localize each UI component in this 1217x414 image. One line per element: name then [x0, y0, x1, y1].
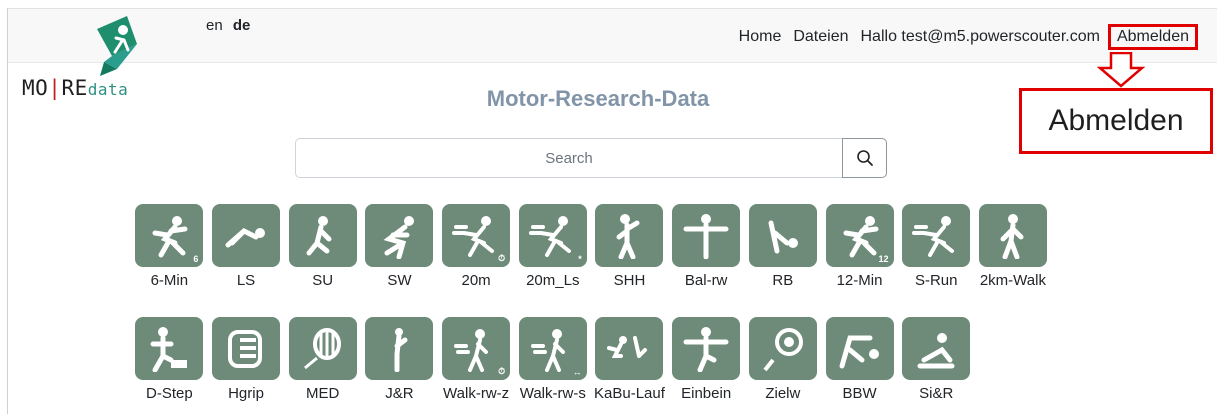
test-tile-label: 12-Min: [836, 272, 883, 289]
logout-link[interactable]: Abmelden: [1107, 24, 1198, 50]
test-tile-label: SHH: [613, 272, 646, 289]
search-button[interactable]: [842, 138, 887, 178]
test-pictogram-icon: ⏱: [442, 317, 511, 380]
tile-badge: ⏱: [498, 253, 506, 263]
test-tile[interactable]: 2km-Walk: [975, 204, 1052, 289]
test-pictogram-icon: ↔: [518, 317, 587, 380]
test-tile[interactable]: S-Run: [898, 204, 975, 289]
lang-de-link[interactable]: de: [233, 17, 251, 34]
logout-zoom-callout: Abmelden: [1019, 88, 1213, 154]
tile-badge: ↔: [572, 367, 582, 377]
test-pictogram-icon: [825, 317, 894, 380]
test-pictogram-icon: [672, 317, 741, 380]
logo-emblem-icon: [97, 16, 137, 76]
test-tile[interactable]: 12 12-Min: [821, 204, 898, 289]
tile-badge: 12: [878, 254, 889, 264]
test-pictogram-icon: [748, 317, 817, 380]
top-nav: Home Dateien Hallo test@m5.powerscouter.…: [727, 24, 1198, 50]
test-pictogram-icon: [595, 204, 664, 267]
test-tile-label: Si&R: [919, 385, 954, 402]
test-pictogram-icon: [288, 204, 357, 267]
test-pictogram-icon: [978, 204, 1047, 267]
test-tile-label: SW: [387, 272, 412, 289]
test-tile-label: Hgrip: [228, 385, 264, 402]
test-pictogram-icon: [212, 317, 281, 380]
test-tile[interactable]: ⏱ Walk-rw-z: [438, 317, 515, 402]
test-tile-label: Bal-rw: [684, 272, 728, 289]
test-pictogram-icon: [288, 317, 357, 380]
test-tile-label: LS: [236, 272, 256, 289]
nav-files-link[interactable]: Dateien: [793, 28, 848, 46]
test-tile-label: RB: [772, 272, 794, 289]
test-tile[interactable]: * 20m_Ls: [514, 204, 591, 289]
test-tile-label: S-Run: [914, 272, 958, 289]
test-tile-label: 20m_Ls: [526, 272, 580, 289]
test-pictogram-icon: 12: [825, 204, 894, 267]
test-tile[interactable]: ⏱ 20m: [438, 204, 515, 289]
test-tile-label: Einbein: [681, 385, 732, 402]
test-tile[interactable]: Einbein: [668, 317, 745, 402]
test-pictogram-icon: *: [518, 204, 587, 267]
test-tile[interactable]: RB: [745, 204, 822, 289]
search-icon: [856, 150, 873, 166]
tile-badge: 6: [193, 254, 199, 264]
user-greeting-link[interactable]: Hallo test@m5.powerscouter.com: [861, 28, 1100, 46]
test-pictogram-icon: [748, 204, 817, 267]
test-pictogram-icon: [902, 317, 971, 380]
test-tile[interactable]: Si&R: [898, 317, 975, 402]
test-tile-label: 20m: [461, 272, 491, 289]
test-tile-label: Walk-rw-z: [443, 385, 510, 402]
test-tile-label: 2km-Walk: [979, 272, 1046, 289]
tile-badge: *: [578, 254, 582, 264]
test-pictogram-icon: [365, 317, 434, 380]
language-switcher: en de: [206, 17, 250, 34]
test-tile-label: Walk-rw-s: [519, 385, 586, 402]
test-tile-label: D-Step: [146, 385, 193, 402]
test-tile[interactable]: SU: [284, 204, 361, 289]
test-tile[interactable]: J&R: [361, 317, 438, 402]
test-pictogram-icon: [135, 317, 204, 380]
tile-badge: ⏱: [498, 366, 506, 376]
search-group: [295, 138, 887, 178]
test-tile-label: MED: [306, 385, 340, 402]
test-tile-label: 6-Min: [150, 272, 189, 289]
test-pictogram-icon: [212, 204, 281, 267]
test-tile[interactable]: ↔ Walk-rw-s: [514, 317, 591, 402]
search-input[interactable]: [295, 138, 842, 178]
test-tiles-row-2: D-Step Hgrip MED J&R ⏱ Walk-rw-z ↔ Walk-rw-s KaB…: [131, 317, 1081, 402]
nav-home-link[interactable]: Home: [739, 28, 782, 46]
test-tile-label: J&R: [385, 385, 414, 402]
test-tile[interactable]: Bal-rw: [668, 204, 745, 289]
test-pictogram-icon: [595, 317, 664, 380]
lang-en-link[interactable]: en: [206, 17, 223, 34]
test-tile-label: KaBu-Lauf: [594, 385, 665, 402]
test-tile[interactable]: D-Step: [131, 317, 208, 402]
test-tiles-row-1: 6 6-Min LS SU SW ⏱ 20m * 20m_Ls SHH Bal-rw RB 12 12-M…: [131, 204, 1081, 289]
test-tile[interactable]: SW: [361, 204, 438, 289]
test-pictogram-icon: [902, 204, 971, 267]
test-tile-label: SU: [312, 272, 334, 289]
test-pictogram-icon: [365, 204, 434, 267]
logo-wordmark: MO|REdata: [22, 76, 129, 100]
test-tile[interactable]: Zielw: [745, 317, 822, 402]
down-arrow-annotation-icon: [1097, 52, 1145, 88]
test-tile[interactable]: KaBu-Lauf: [591, 317, 668, 402]
test-tile[interactable]: BBW: [821, 317, 898, 402]
test-tile[interactable]: Hgrip: [208, 317, 285, 402]
test-tile[interactable]: SHH: [591, 204, 668, 289]
test-tile[interactable]: LS: [208, 204, 285, 289]
test-tile-label: BBW: [842, 385, 877, 402]
test-pictogram-icon: 6: [135, 204, 204, 267]
page-title: Motor-Research-Data: [486, 86, 710, 111]
test-pictogram-icon: ⏱: [442, 204, 511, 267]
test-tile[interactable]: 6 6-Min: [131, 204, 208, 289]
test-pictogram-icon: [672, 204, 741, 267]
test-tile[interactable]: MED: [284, 317, 361, 402]
page-border: [7, 8, 8, 414]
test-tile-label: Zielw: [765, 385, 801, 402]
